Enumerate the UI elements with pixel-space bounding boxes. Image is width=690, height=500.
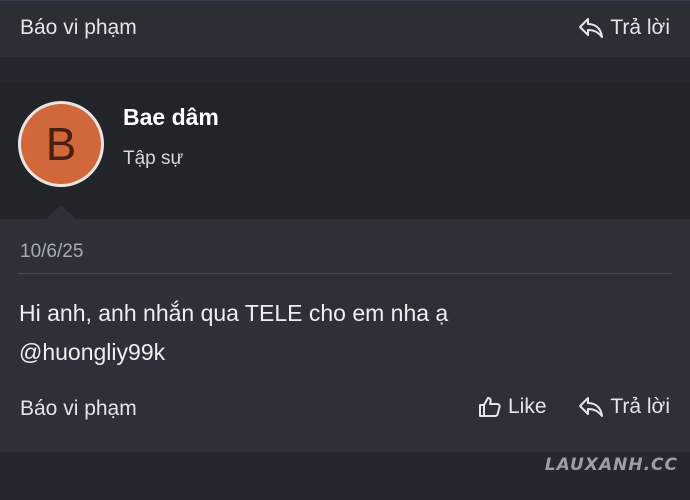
bottom-strip (0, 474, 690, 500)
previous-post-footer: Báo vi phạm Trả lời (0, 0, 690, 57)
post-content: Hi anh, anh nhắn qua TELE cho em nha ạ @… (19, 294, 669, 372)
avatar-letter: B (45, 118, 77, 170)
like-button[interactable]: Like (478, 395, 547, 419)
watermark: LAUXANH.CC (544, 455, 678, 475)
username[interactable]: Bae dâm (123, 104, 219, 131)
reply-icon (578, 396, 604, 418)
post-content-line: Hi anh, anh nhắn qua TELE cho em nha ạ (19, 300, 449, 326)
like-label: Like (508, 395, 547, 418)
reply-button[interactable]: Trả lời (578, 16, 670, 40)
post: B Bae dâm Tập sự 10/6/25 Hi anh, anh nhắ… (0, 82, 690, 452)
reply-icon (578, 17, 604, 39)
reply-label: Trả lời (610, 395, 670, 418)
user-rank: Tập sự (123, 148, 184, 169)
reply-label: Trả lời (610, 16, 670, 39)
divider (18, 273, 672, 274)
avatar[interactable]: B (18, 101, 104, 187)
thumbs-up-icon (478, 395, 502, 419)
reply-button[interactable]: Trả lời (578, 395, 670, 419)
post-date[interactable]: 10/6/25 (20, 241, 83, 263)
header-pointer (46, 205, 76, 219)
report-link[interactable]: Báo vi phạm (20, 397, 137, 421)
post-content-line: @huongliy99k (19, 339, 166, 365)
post-author-header: B Bae dâm Tập sự (0, 82, 690, 219)
report-link[interactable]: Báo vi phạm (20, 16, 137, 40)
